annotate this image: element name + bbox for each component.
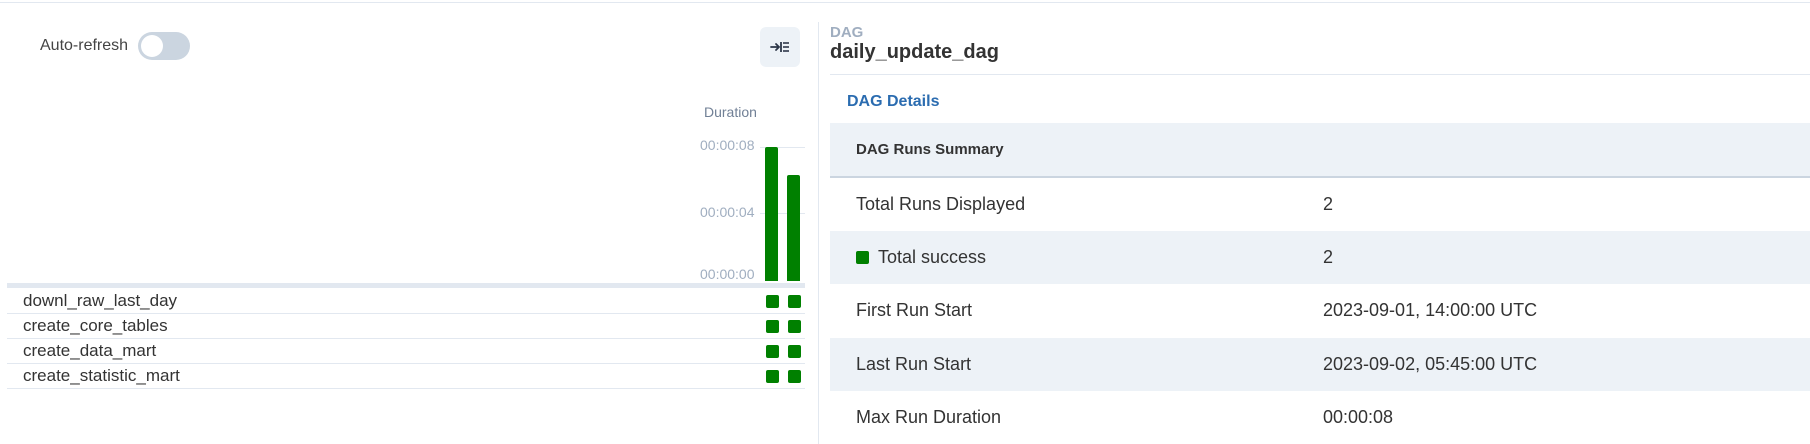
collapse-details-button[interactable] — [760, 27, 800, 67]
dag-kicker-label: DAG — [830, 24, 864, 41]
detail-row-total-success: Total success 2 — [830, 231, 1810, 284]
auto-refresh-label: Auto-refresh — [40, 37, 129, 54]
task-instance-square[interactable] — [788, 320, 801, 333]
task-instance-square[interactable] — [766, 295, 779, 308]
detail-value: 2023-09-02, 05:45:00 UTC — [1323, 354, 1538, 374]
auto-refresh-toggle[interactable] — [138, 32, 191, 60]
task-name: create_statistic_mart — [23, 366, 180, 385]
detail-value: 2023-09-01, 14:00:00 UTC — [1323, 300, 1538, 320]
detail-key: Last Run Start — [856, 354, 972, 374]
task-instance-square[interactable] — [766, 345, 779, 358]
detail-row-first-run-start: First Run Start 2023-09-01, 14:00:00 UTC — [830, 284, 1810, 337]
task-name: create_core_tables — [23, 316, 168, 335]
collapse-panel-icon — [770, 42, 789, 52]
duration-tick-zero: 00:00:00 — [700, 266, 755, 282]
auto-refresh-control: Auto-refresh — [40, 32, 191, 60]
task-instance-square[interactable] — [788, 345, 801, 358]
grid-axis-band — [7, 283, 805, 288]
detail-row-max-run-duration: Max Run Duration 00:00:08 — [830, 391, 1810, 444]
detail-value: 2 — [1323, 194, 1334, 214]
task-row-create-core-tables[interactable]: create_core_tables — [7, 314, 805, 339]
task-row-downl-raw-last-day[interactable]: downl_raw_last_day — [7, 289, 805, 314]
grid-panel: Auto-refresh Duration 00:00:08 00:00:04 … — [0, 0, 812, 444]
task-instance-square[interactable] — [788, 370, 801, 383]
runs-summary-header: DAG Runs Summary — [830, 123, 1810, 178]
task-row-create-data-mart[interactable]: create_data_mart — [7, 339, 805, 364]
duration-axis-label: Duration — [704, 104, 757, 120]
detail-row-last-run-start: Last Run Start 2023-09-02, 05:45:00 UTC — [830, 338, 1810, 391]
task-name: create_data_mart — [23, 341, 157, 360]
details-panel: DAG daily_update_dag DAG Details DAG Run… — [820, 0, 1810, 444]
duration-tick-max: 00:00:08 — [700, 137, 755, 153]
run-duration-bar-2[interactable] — [787, 175, 800, 281]
header-rule — [830, 74, 1810, 75]
detail-key: Total Runs Displayed — [856, 194, 1026, 214]
detail-value: 00:00:08 — [1323, 407, 1394, 427]
task-instance-square[interactable] — [788, 295, 801, 308]
detail-key: Total success — [856, 247, 986, 268]
task-instance-square[interactable] — [766, 370, 779, 383]
dag-title: daily_update_dag — [830, 41, 999, 63]
detail-key-text: Total success — [878, 247, 987, 267]
success-status-icon — [856, 251, 869, 264]
detail-row-total-runs: Total Runs Displayed 2 — [830, 178, 1810, 231]
panel-divider[interactable] — [818, 22, 819, 444]
detail-key: First Run Start — [856, 300, 973, 320]
task-name: downl_raw_last_day — [23, 291, 178, 310]
detail-key: Max Run Duration — [856, 407, 1002, 427]
dag-details-link[interactable]: DAG Details — [847, 93, 939, 111]
run-duration-bar-1[interactable] — [765, 147, 778, 281]
detail-value: 2 — [1323, 247, 1334, 267]
duration-tick-mid: 00:00:04 — [700, 204, 755, 220]
toggle-knob — [141, 35, 164, 57]
runs-summary-title: DAG Runs Summary — [856, 141, 1004, 158]
task-instance-square[interactable] — [766, 320, 779, 333]
task-row-create-statistic-mart[interactable]: create_statistic_mart — [7, 364, 805, 389]
